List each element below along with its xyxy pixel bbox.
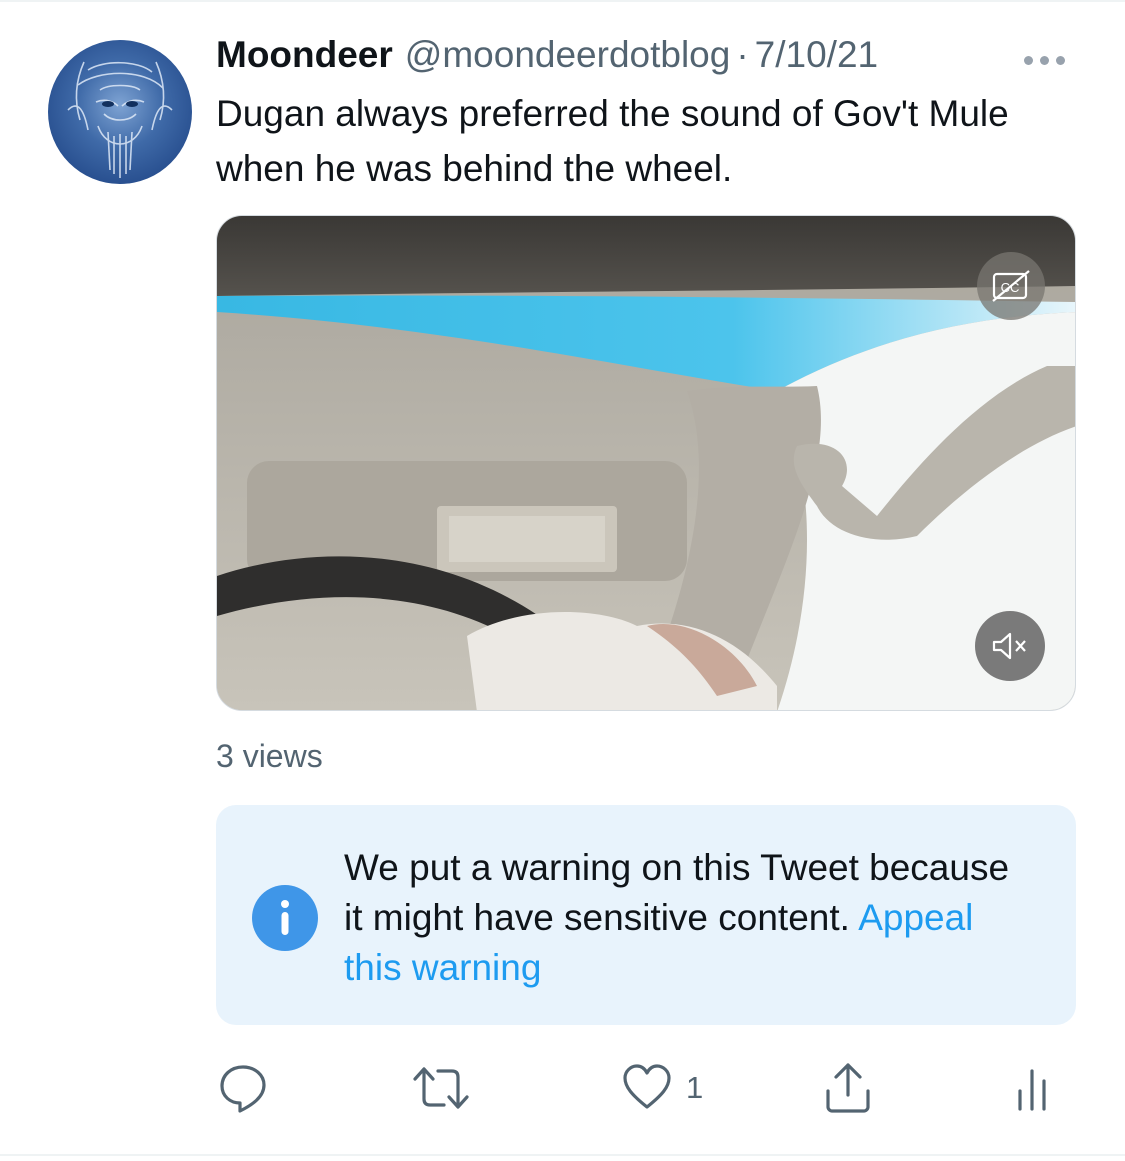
tweet-header: Moondeer @moondeerdotblog · 7/10/21	[216, 34, 878, 84]
share-icon	[826, 1063, 870, 1113]
header-separator: ·	[736, 34, 749, 75]
heart-icon	[623, 1064, 671, 1109]
video-frame	[217, 216, 1075, 710]
tweet-actions: 1	[216, 1060, 1076, 1120]
share-button[interactable]	[822, 1060, 874, 1116]
like-button[interactable]: 1	[622, 1060, 703, 1116]
warning-message: We put a warning on this Tweet because i…	[344, 843, 1034, 993]
analytics-icon	[1018, 1069, 1046, 1111]
like-count: 1	[686, 1070, 704, 1105]
analytics-button[interactable]	[1014, 1060, 1050, 1116]
top-divider	[0, 0, 1125, 2]
retweet-button[interactable]	[410, 1060, 472, 1116]
author-handle[interactable]: @moondeerdotblog	[405, 34, 731, 76]
tweet-date[interactable]: 7/10/21	[755, 34, 878, 76]
video-player[interactable]: CC	[216, 215, 1076, 711]
info-icon	[252, 885, 318, 951]
retweet-icon	[413, 1067, 469, 1109]
reply-icon	[220, 1065, 266, 1113]
closed-captions-off-icon[interactable]: CC	[977, 252, 1045, 320]
volume-muted-icon[interactable]	[975, 611, 1045, 681]
avatar-illustration	[67, 61, 173, 178]
sensitive-content-warning: We put a warning on this Tweet because i…	[216, 805, 1076, 1025]
view-count: 3 views	[216, 738, 323, 774]
avatar[interactable]	[48, 40, 192, 184]
reply-button[interactable]	[216, 1060, 270, 1116]
author-name[interactable]: Moondeer	[216, 34, 393, 76]
tweet-text: Dugan always preferred the sound of Gov'…	[216, 93, 1009, 189]
more-options-icon[interactable]	[1024, 52, 1074, 68]
bottom-divider	[0, 1154, 1125, 1156]
